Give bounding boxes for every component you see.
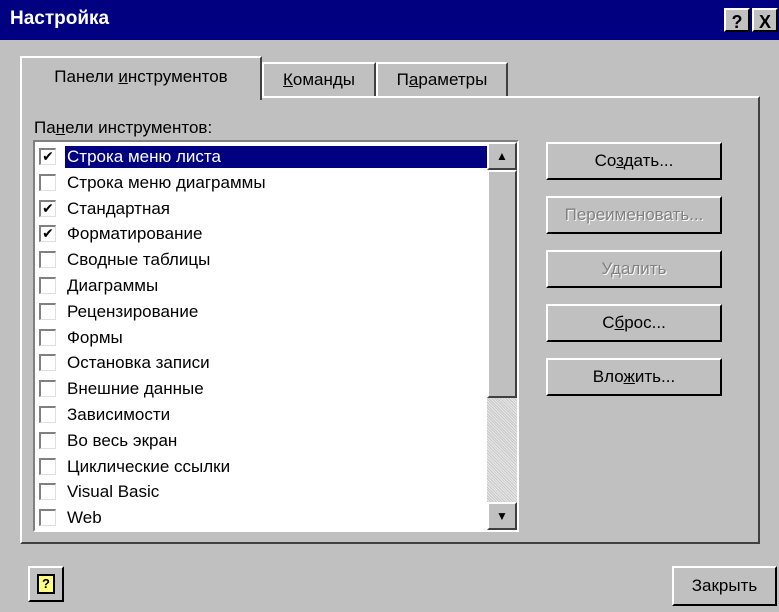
toolbar-item-label: Формы: [67, 327, 123, 347]
toolbar-checkbox[interactable]: [39, 405, 56, 423]
button-label: Вло: [592, 367, 624, 386]
toolbar-checkbox[interactable]: [39, 251, 56, 269]
toolbar-checkbox[interactable]: ✔: [39, 148, 56, 165]
toolbar-item-label: Строка меню листа: [65, 146, 487, 168]
help-button[interactable]: ?: [28, 566, 64, 602]
tab-toolbars[interactable]: Панели инструментов: [20, 56, 262, 100]
button-accel: з: [616, 151, 624, 170]
toolbar-list-item[interactable]: Внешние данные: [35, 376, 487, 402]
attach-button[interactable]: Вложить...: [546, 358, 722, 396]
scroll-down-arrow-icon[interactable]: ▼: [487, 502, 517, 530]
toolbar-list-item[interactable]: Диаграммы: [35, 273, 487, 299]
toolbar-list-item[interactable]: ✔ Строка меню листа: [35, 144, 487, 170]
checkmark-icon: ✔: [42, 225, 54, 242]
label-text: Па: [34, 118, 56, 137]
toolbar-checkbox[interactable]: [39, 173, 56, 191]
toolbar-item-label: Остановка записи: [67, 353, 210, 373]
button-label: С: [602, 313, 615, 332]
toolbar-checkbox[interactable]: [39, 509, 56, 527]
toolbar-list-item[interactable]: Циклические ссылки: [35, 454, 487, 480]
toolbar-item-label: Строка меню диаграммы: [67, 172, 266, 192]
help-title-button[interactable]: ?: [724, 8, 750, 32]
window-title: Настройка: [10, 8, 110, 29]
toolbar-list-item[interactable]: Web: [35, 505, 487, 530]
toolbar-item-label: Циклические ссылки: [67, 456, 231, 476]
toolbar-item-label: Форматирование: [67, 224, 203, 244]
toolbar-checkbox[interactable]: [39, 431, 56, 449]
toolbars-list: ✔ Строка меню листа Строка меню диаграммы ✔…: [35, 144, 487, 530]
toolbar-list-item[interactable]: Рецензирование: [35, 299, 487, 325]
toolbar-item-label: Стандартная: [67, 198, 171, 218]
toolbar-item-label: Во весь экран: [67, 430, 178, 450]
toolbar-list-item[interactable]: ✔ Форматирование: [35, 221, 487, 247]
toolbar-item-label: Сводные таблицы: [67, 250, 211, 270]
toolbar-checkbox[interactable]: ✔: [39, 225, 56, 243]
toolbar-list-item[interactable]: Сводные таблицы: [35, 247, 487, 273]
tab-label: П: [396, 70, 409, 89]
toolbars-listbox[interactable]: ✔ Строка меню листа Строка меню диаграммы ✔…: [33, 140, 519, 532]
tab-parameters[interactable]: Параметры: [376, 62, 508, 98]
close-title-button[interactable]: X: [752, 8, 778, 32]
checkmark-icon: ✔: [42, 148, 54, 164]
tab-label: раметры: [418, 70, 488, 89]
tab-label-accel: и: [118, 67, 128, 86]
scroll-up-arrow-icon[interactable]: ▲: [487, 142, 517, 170]
toolbar-list-item[interactable]: Зависимости: [35, 402, 487, 428]
button-label: Со: [594, 151, 617, 170]
vertical-scrollbar[interactable]: ▲ ▼: [487, 142, 517, 530]
toolbar-list-item[interactable]: Visual Basic: [35, 479, 487, 505]
toolbar-checkbox[interactable]: [39, 380, 56, 398]
toolbar-list-item[interactable]: ✔ Стандартная: [35, 196, 487, 222]
toolbar-checkbox[interactable]: [39, 328, 56, 346]
toolbar-checkbox[interactable]: [39, 354, 56, 372]
toolbar-list-item[interactable]: Формы: [35, 325, 487, 351]
toolbar-list-item[interactable]: Во весь экран: [35, 428, 487, 454]
toolbar-checkbox[interactable]: [39, 276, 56, 294]
tab-label: оманды: [292, 70, 356, 89]
toolbar-item-label: Зависимости: [67, 404, 171, 424]
rename-button[interactable]: Переименовать...: [546, 196, 722, 234]
button-label: дать...: [623, 151, 674, 170]
toolbar-checkbox[interactable]: [39, 483, 56, 501]
toolbars-list-label: Панели инструментов:: [34, 118, 212, 138]
toolbar-checkbox[interactable]: [39, 457, 56, 475]
create-button[interactable]: Создать...: [546, 142, 722, 180]
toolbar-item-label: Web: [67, 508, 102, 528]
toolbar-item-label: Рецензирование: [67, 301, 199, 321]
button-label: ить...: [634, 367, 676, 386]
tab-label: нструментов: [127, 67, 228, 86]
close-button[interactable]: Закрыть: [672, 566, 777, 606]
toolbar-item-label: Visual Basic: [67, 482, 160, 502]
toolbar-checkbox[interactable]: ✔: [39, 199, 56, 217]
label-text: ели инструментов:: [65, 118, 213, 137]
toolbar-list-item[interactable]: Остановка записи: [35, 350, 487, 376]
checkmark-icon: ✔: [42, 199, 54, 216]
help-icon: ?: [37, 574, 55, 594]
label-accel: н: [55, 118, 66, 137]
tab-label: Панели: [54, 67, 119, 86]
button-accel: б: [614, 313, 625, 332]
tab-label-accel: а: [408, 70, 419, 89]
toolbar-item-label: Внешние данные: [67, 379, 204, 399]
title-bar: Настройка ? X: [0, 0, 779, 40]
reset-button[interactable]: Сброс...: [546, 304, 722, 342]
tab-commands[interactable]: Команды: [262, 62, 376, 98]
scroll-thumb[interactable]: [487, 170, 517, 398]
button-accel: ж: [623, 367, 635, 386]
toolbar-list-item[interactable]: Строка меню диаграммы: [35, 170, 487, 196]
button-label: рос...: [624, 313, 666, 332]
tab-label-accel: К: [282, 70, 293, 89]
toolbar-item-label: Диаграммы: [67, 275, 159, 295]
delete-button[interactable]: Удалить: [546, 250, 722, 288]
toolbar-checkbox[interactable]: [39, 302, 56, 320]
